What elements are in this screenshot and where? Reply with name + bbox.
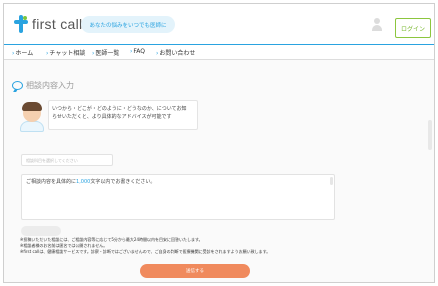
textarea-placeholder: ご相談内容を具体的に1,000文字以内でお書きください。 [26, 179, 156, 185]
chat-bubble-icon [12, 81, 23, 90]
section-title-text: 相談内容入力 [26, 81, 74, 90]
doctor-avatar [18, 100, 46, 132]
page-scrollbar[interactable] [428, 120, 432, 150]
tagline-badge: あなたの悩みをいつでも医師に [81, 16, 175, 33]
main-nav: ›ホーム ›チャット相談 ›医師一覧 ›FAQ ›お問い合わせ [4, 44, 434, 60]
nav-item-label: FAQ [133, 48, 146, 55]
login-button[interactable]: ログイン [395, 18, 431, 38]
header: first call あなたの悩みをいつでも医師に ログイン [4, 4, 434, 44]
attach-button[interactable] [21, 226, 61, 236]
logo-text: first call [32, 16, 83, 32]
nav-item-contact[interactable]: ›お問い合わせ [156, 48, 195, 57]
logo-cross-icon [14, 15, 28, 33]
section-title: 相談内容入力 [12, 80, 74, 91]
nav-item-label: ホーム [15, 50, 34, 57]
nav-item-label: お問い合わせ [159, 50, 196, 57]
logo[interactable]: first call [14, 14, 82, 34]
nav-item-label: チャット相談 [49, 50, 86, 57]
guidance-speech-bubble: いつから・どこが・どのように・どうなのか、についてお知 らせいただくと、より具体… [48, 100, 198, 130]
textarea-scrollbar[interactable] [330, 177, 333, 185]
nav-item-home[interactable]: ›ホーム [12, 48, 33, 57]
nav-item-label: 医師一覧 [95, 50, 120, 57]
consultation-textarea[interactable]: ご相談内容を具体的に1,000文字以内でお書きください。 [21, 174, 335, 220]
browser-frame: first call あなたの悩みをいつでも医師に ログイン ›ホーム ›チャッ… [3, 3, 435, 283]
user-icon[interactable] [370, 18, 384, 36]
nav-item-doctors[interactable]: ›医師一覧 [92, 48, 119, 57]
note-line: ※first callは、健康相談サービスです。診察・診断ではございませんので、… [20, 249, 271, 254]
nav-item-faq[interactable]: ›FAQ [130, 48, 145, 55]
speech-line: らせいただくと、より具体的なアドバイスが可能です [52, 114, 172, 120]
submit-button[interactable]: 送信する [140, 264, 250, 278]
nav-item-chat[interactable]: ›チャット相談 [46, 48, 85, 57]
main-content: 相談内容入力 いつから・どこが・どのように・どうなのか、についてお知 らせいただ… [4, 60, 434, 282]
department-select[interactable]: 相談科目を選択してください [21, 154, 113, 166]
consultation-form: 相談科目を選択してください ご相談内容を具体的に1,000文字以内でお書きくださ… [16, 146, 336, 278]
notes: ※投稿いただいた相談には、ご相談内容等に応じて5分から最大24時間以内を目安に回… [20, 237, 270, 255]
speech-line: いつから・どこが・どのように・どうなのか、についてお知 [52, 106, 187, 112]
